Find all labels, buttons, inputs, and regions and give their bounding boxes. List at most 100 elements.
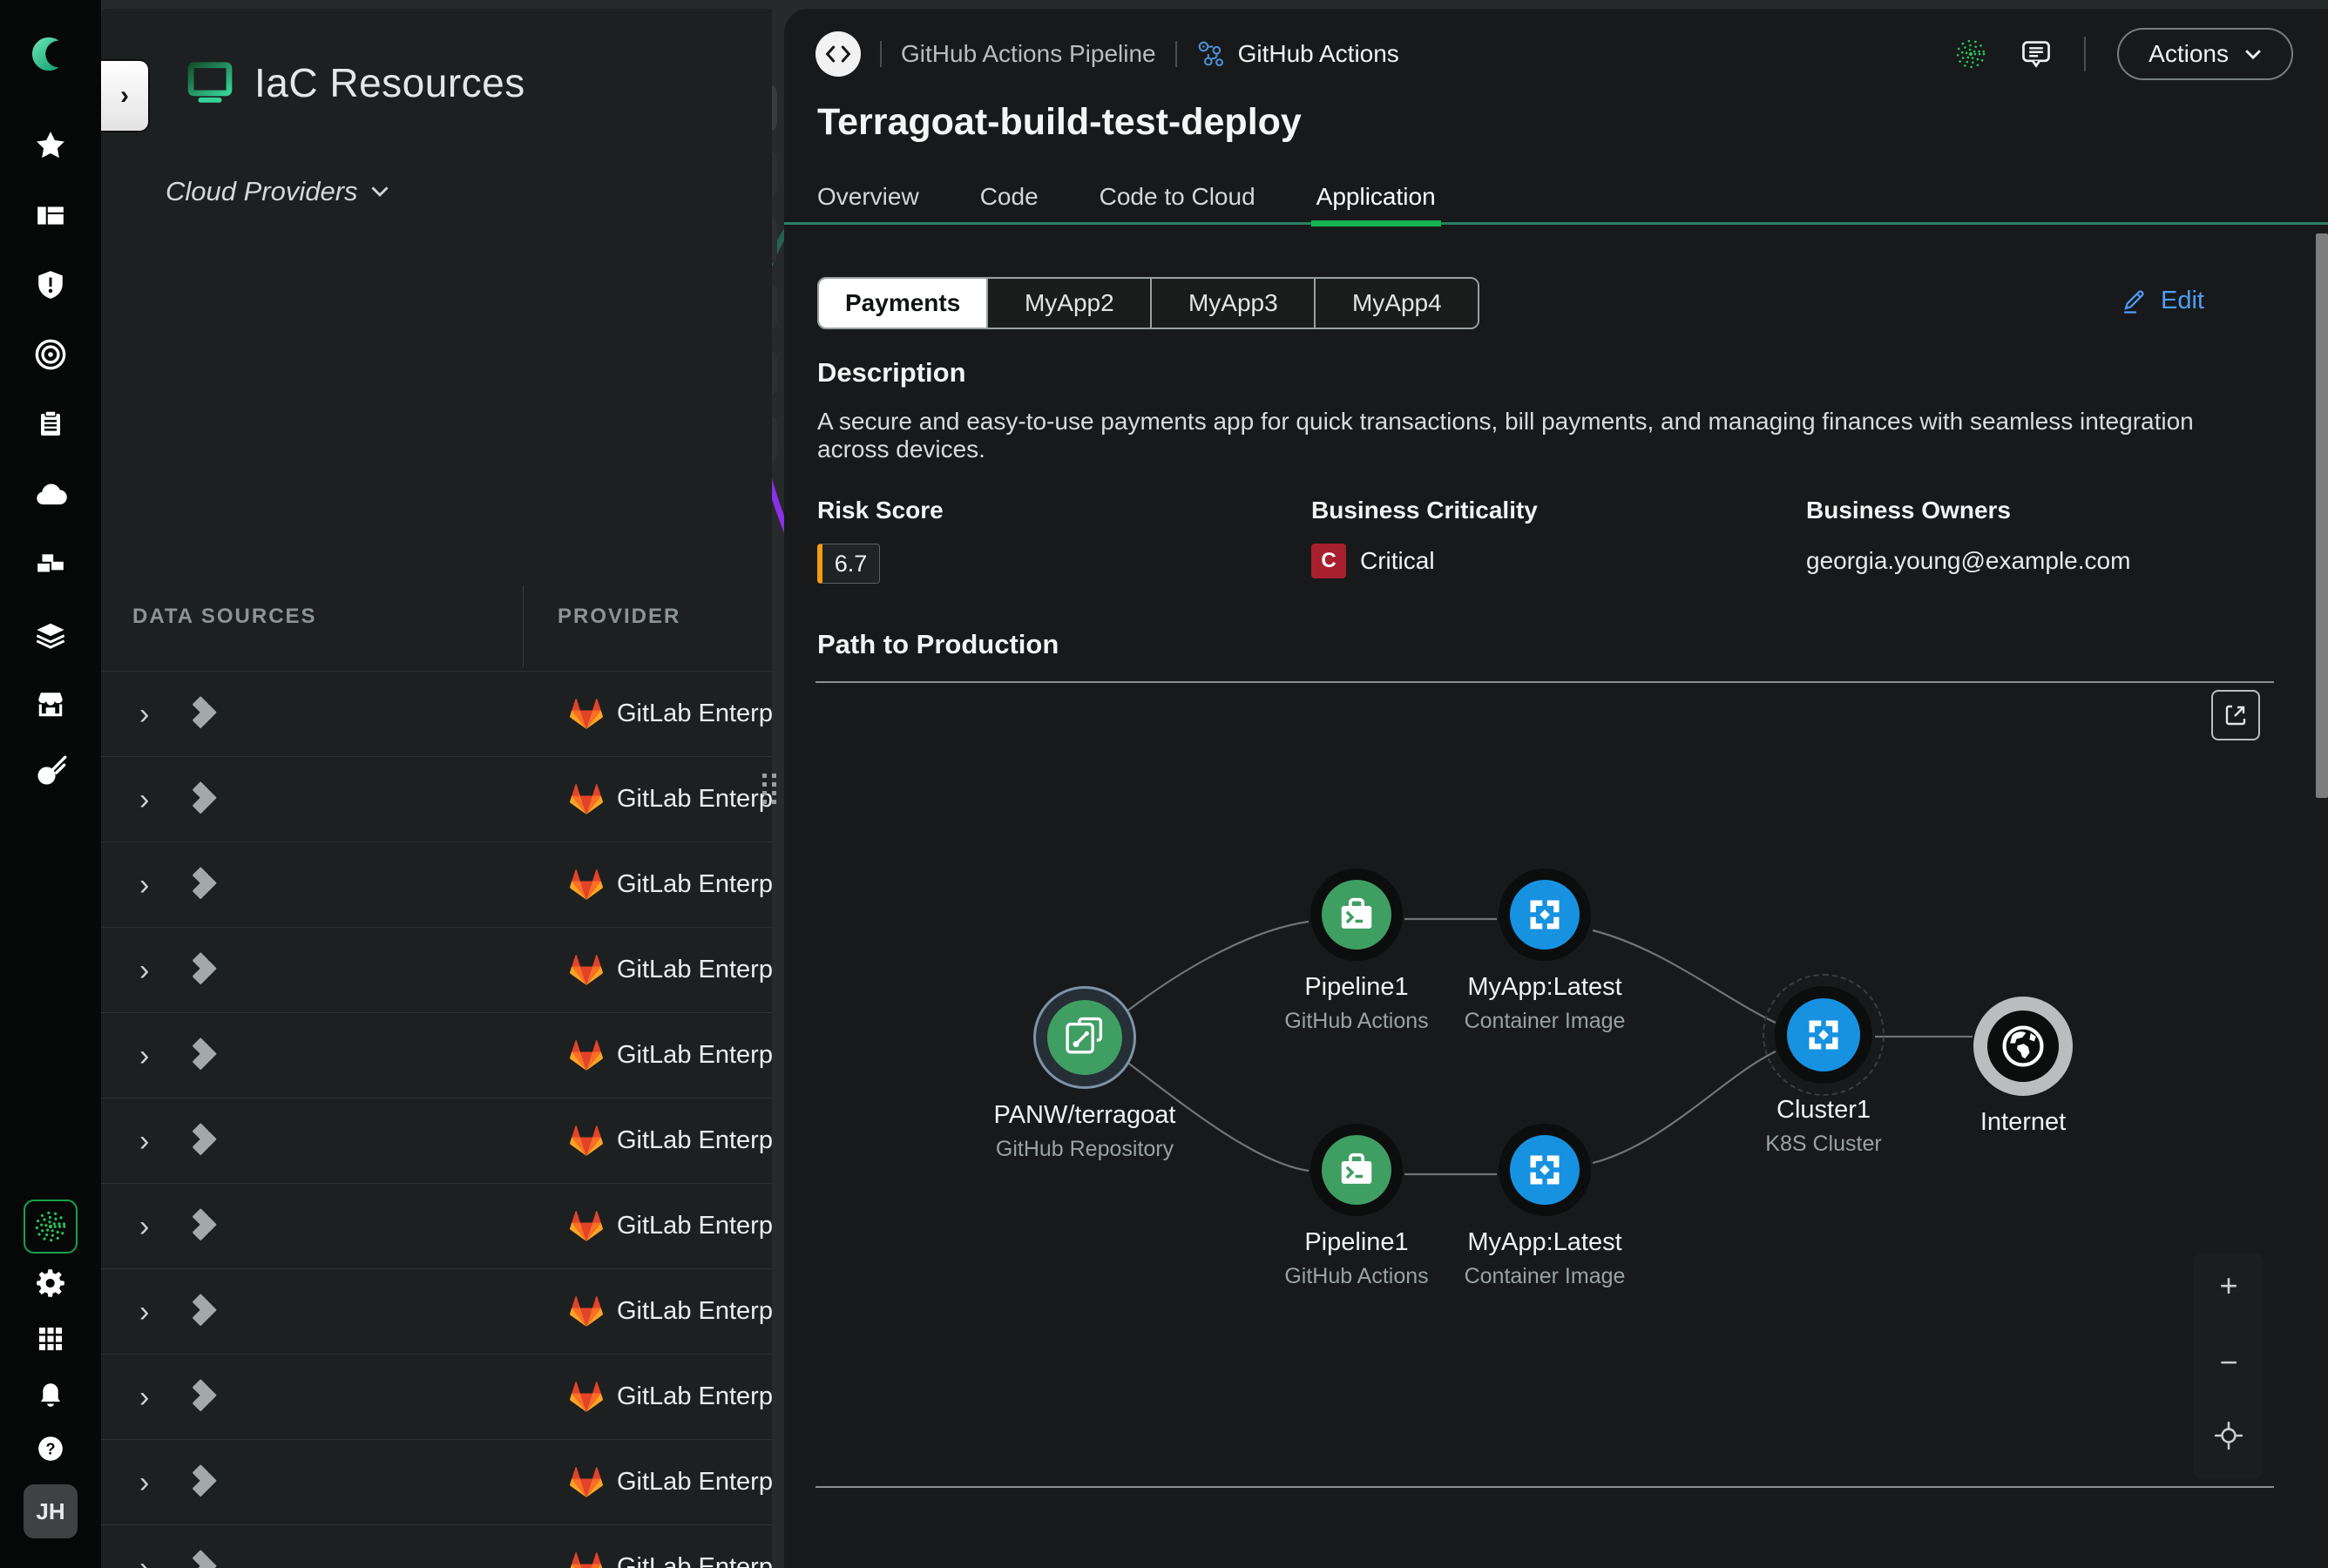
app-tab-myapp2[interactable]: MyApp2 [986,279,1150,328]
star-icon[interactable] [26,121,75,170]
column-header-data-sources: DATA SOURCES [132,605,317,629]
breadcrumb-item[interactable]: GitHub Actions Pipeline [901,40,1156,68]
row-expand-chevron[interactable]: › [139,956,149,985]
provider-name: GitLab Enterprise [617,1297,772,1326]
gitlab-logo [570,1125,603,1157]
table-row[interactable]: › GitLab Enterprise [101,1098,772,1183]
node-ring [1310,868,1403,961]
app-tab-myapp4[interactable]: MyApp4 [1314,279,1478,328]
clipboard-icon[interactable] [26,399,75,448]
criticality-badge: C [1311,544,1346,578]
node-name: Internet [1910,1108,2136,1137]
panel-expand-handle[interactable]: › [101,61,148,131]
layout-icon[interactable] [26,191,75,240]
bell-icon[interactable] [26,1369,75,1418]
table-row[interactable]: › GitLab Enterprise [101,841,772,927]
criticality-value: Critical [1360,547,1435,575]
workflow-icon [1196,39,1226,69]
meteor-icon[interactable] [26,747,75,796]
row-expand-chevron[interactable]: › [139,1126,149,1156]
table-row[interactable]: › GitLab Enterprise [101,1439,772,1524]
data-source-icon [189,1122,227,1160]
tab-overview[interactable]: Overview [817,183,919,225]
diagram-node[interactable]: Cluster1 K8S Cluster [1710,986,1937,1157]
zoom-out-button[interactable]: − [2210,1343,2248,1382]
storefront-icon[interactable] [26,679,75,728]
risk-score-field: Risk Score 6.7 [817,497,944,584]
gitlab-logo [570,1382,603,1413]
table-row[interactable]: › GitLab Enterprise [101,756,772,841]
panel-resize-handle[interactable] [762,774,777,804]
row-expand-chevron[interactable]: › [139,1382,149,1412]
node-name: Cluster1 [1710,1096,1937,1125]
cloud-providers-dropdown[interactable]: Cloud Providers [166,176,389,207]
table-row[interactable]: › GitLab Enterprise [101,927,772,1012]
node-type-label: Container Image [1431,1009,1658,1034]
node-icon [1322,880,1391,950]
zoom-in-button[interactable]: + [2210,1267,2248,1305]
actions-button[interactable]: Actions [2117,28,2293,80]
feedback-icon[interactable] [2020,37,2053,71]
row-expand-chevron[interactable]: › [139,785,149,814]
ai-copilot-icon[interactable] [1953,37,1988,71]
description-heading: Description [817,357,966,389]
app-tab-myapp3[interactable]: MyApp3 [1150,279,1314,328]
path-to-production-diagram[interactable]: PANW/terragoat GitHub Repository Pipelin… [784,683,2328,1486]
bullseye-icon[interactable] [26,330,75,379]
recenter-button[interactable] [2210,1416,2248,1455]
shield-alert-icon[interactable] [26,260,75,309]
table-row[interactable]: › GitLab Enterprise [101,1354,772,1439]
breadcrumb[interactable] [815,31,861,77]
table-row[interactable]: › GitLab Enterprise [101,1268,772,1354]
section-divider [815,1486,2274,1488]
description-text: A secure and easy-to-use payments app fo… [817,408,2223,463]
diagram-node[interactable]: MyApp:Latest Container Image [1431,1124,1658,1289]
gitlab-logo [570,1040,603,1071]
row-expand-chevron[interactable]: › [139,1297,149,1327]
edit-button[interactable]: Edit [2119,286,2204,315]
row-expand-chevron[interactable]: › [139,1212,149,1241]
table-row[interactable]: › GitLab Enterprise [101,671,772,756]
diagram-node[interactable]: Internet [1910,997,2136,1137]
layers-icon[interactable] [26,610,75,659]
tab-code-to-cloud[interactable]: Code to Cloud [1100,183,1255,225]
column-header-provider: PROVIDER [558,605,680,629]
cloud-icon[interactable] [26,470,75,519]
gear-icon[interactable] [26,1259,75,1308]
owners-value: georgia.young@example.com [1806,547,2130,575]
data-source-icon [189,951,227,990]
diagram-node[interactable]: MyApp:Latest Container Image [1431,868,1658,1034]
data-source-icon [189,1378,227,1416]
tab-application[interactable]: Application [1316,183,1436,225]
avatar[interactable]: JH [24,1484,78,1538]
prisma-logo[interactable] [26,30,75,78]
blocks-icon[interactable] [26,540,75,589]
app-tab-payments[interactable]: Payments [819,279,986,328]
provider-name: GitLab Enterprise [617,956,772,984]
breadcrumb-item-active[interactable]: GitHub Actions [1238,40,1399,68]
node-ring [1775,986,1872,1084]
table-row[interactable]: › GitLab Enterprise [101,1012,772,1098]
node-ring [1499,868,1591,961]
diagram-node[interactable]: PANW/terragoat GitHub Repository [971,986,1198,1162]
node-icon [1510,1135,1580,1205]
row-expand-chevron[interactable]: › [139,700,149,729]
gitlab-logo [570,869,603,901]
breadcrumb-divider [1175,41,1177,67]
table-row[interactable]: › GitLab Enterprise [101,1183,772,1268]
row-expand-chevron[interactable]: › [139,870,149,900]
ai-copilot-icon[interactable] [24,1200,78,1254]
row-expand-chevron[interactable]: › [139,1468,149,1497]
business-criticality-field: Business Criticality C Critical [1311,497,1538,578]
table-row[interactable]: › GitLab Enterprise [101,1524,772,1568]
scrollbar-thumb[interactable] [2316,233,2328,798]
table-header: DATA SOURCES PROVIDER [101,598,772,671]
data-source-icon [189,866,227,904]
help-icon[interactable]: ? [26,1424,75,1473]
row-expand-chevron[interactable]: › [139,1553,149,1568]
tab-code[interactable]: Code [980,183,1039,225]
row-expand-chevron[interactable]: › [139,1041,149,1071]
data-source-icon [189,1207,227,1246]
data-source-icon [189,1293,227,1331]
apps-grid-icon[interactable] [26,1315,75,1363]
